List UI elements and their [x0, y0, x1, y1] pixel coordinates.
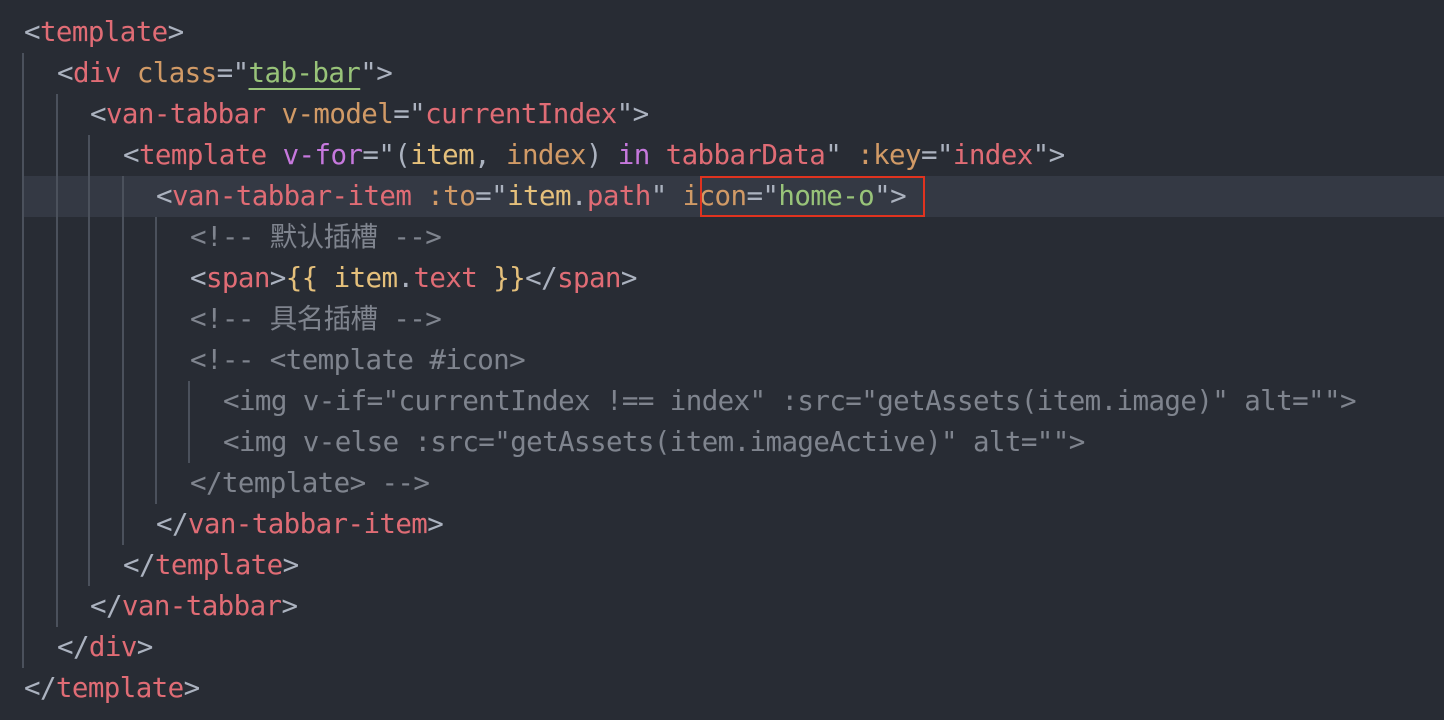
code-line-1: <template>: [24, 16, 184, 48]
code-line-14: </template>: [123, 549, 299, 581]
code-editor[interactable]: <template> <div class="tab-bar"> <van-ta…: [0, 0, 1444, 720]
code-line-7: <span>{{ item.text }}</span>: [190, 262, 637, 294]
annotation-highlight-box: [700, 176, 925, 217]
code-line-2: <div class="tab-bar">: [57, 57, 393, 89]
code-line-10: <img v-if="currentIndex !== index" :src=…: [223, 385, 1357, 417]
code-line-17: </template>: [24, 672, 200, 704]
code-line-9: <!-- <template #icon>: [190, 344, 526, 376]
indent-guide: [122, 176, 124, 545]
indent-guide: [88, 135, 90, 586]
code-line-11: <img v-else :src="getAssets(item.imageAc…: [223, 426, 1085, 458]
code-line-6: <!-- 默认插槽 -->: [190, 221, 442, 253]
indent-guide: [188, 381, 190, 463]
code-line-16: </div>: [57, 631, 153, 663]
code-line-4: <template v-for="(item, index) in tabbar…: [123, 139, 1065, 171]
indent-guide: [56, 94, 58, 627]
indent-guide: [155, 217, 157, 504]
code-line-3: <van-tabbar v-model="currentIndex">: [90, 98, 649, 130]
code-line-15: </van-tabbar>: [90, 590, 298, 622]
code-line-12: </template> -->: [190, 467, 430, 499]
code-line-13: </van-tabbar-item>: [156, 508, 444, 540]
code-line-8: <!-- 具名插槽 -->: [190, 303, 442, 335]
indent-guide: [22, 53, 24, 668]
